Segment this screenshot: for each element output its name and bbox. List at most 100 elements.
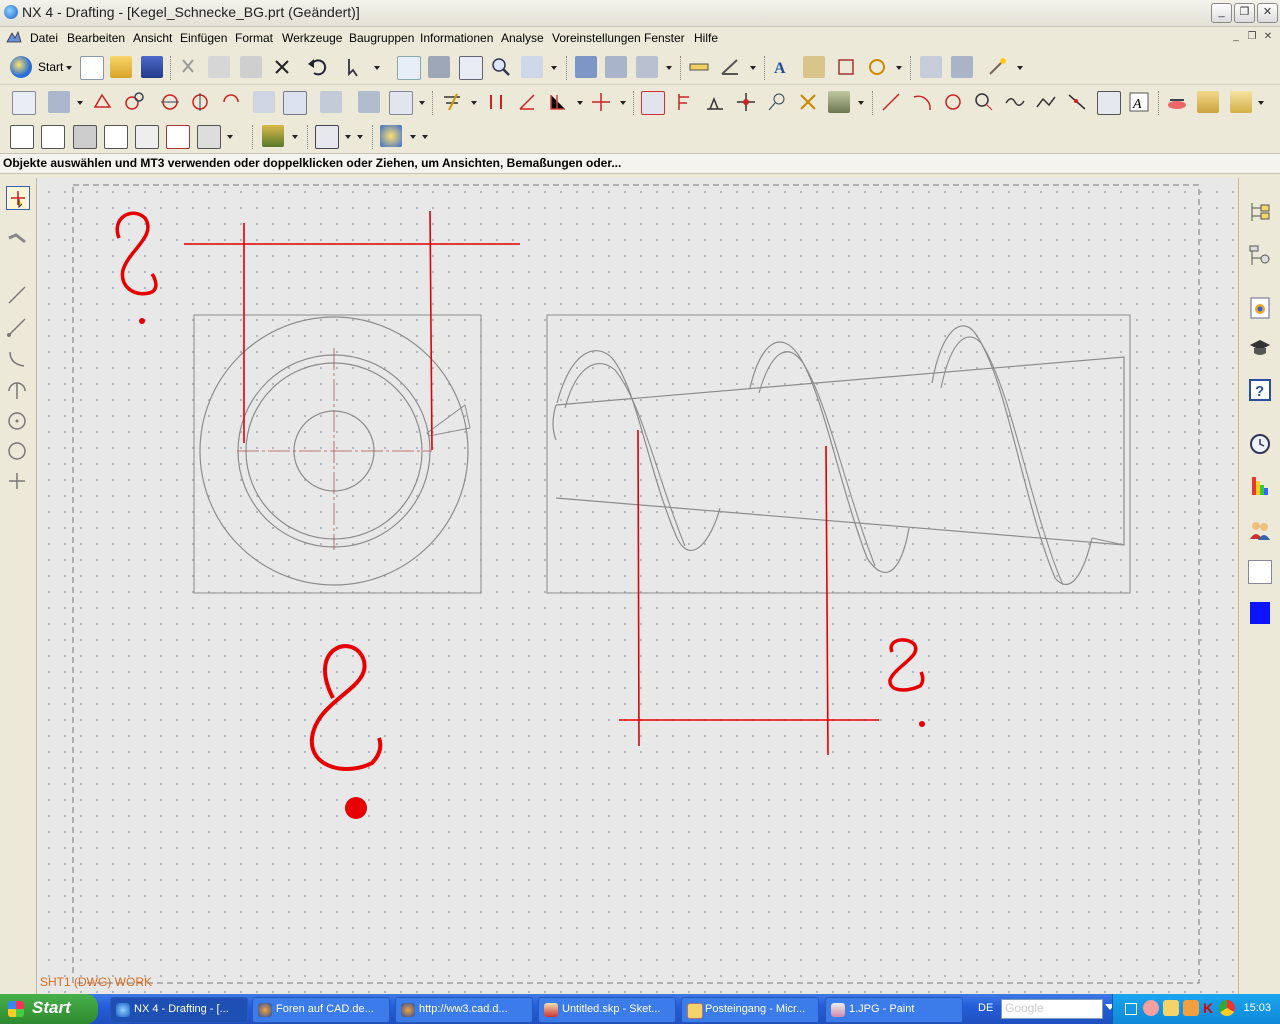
display-color-swatch[interactable] [1250, 602, 1270, 624]
menu-bearbeiten[interactable]: Bearbeiten [67, 31, 125, 45]
mdi-restore-icon[interactable]: ❐ [1245, 30, 1259, 44]
symbol-icon[interactable] [803, 56, 825, 78]
section-view-icon[interactable] [159, 91, 181, 113]
system-materials-icon[interactable] [1248, 560, 1272, 584]
ordinate-dropdown-icon[interactable] [577, 101, 583, 105]
wizard-icon[interactable] [986, 56, 1008, 78]
clock-icon[interactable] [1248, 432, 1272, 456]
target-point-icon[interactable] [797, 91, 819, 113]
half-section-icon[interactable] [189, 91, 211, 113]
projected-view-icon[interactable] [92, 91, 114, 113]
menu-informationen[interactable]: Informationen [420, 31, 493, 45]
angular-dimension-icon[interactable] [516, 91, 538, 113]
zones-icon[interactable] [73, 125, 97, 149]
fillet-icon[interactable] [973, 91, 995, 113]
plot-more-icon[interactable] [357, 135, 363, 139]
measure-dropdown-icon[interactable] [750, 66, 756, 70]
task-sketchup[interactable]: Untitled.skp - Sket... [538, 997, 676, 1023]
menu-ansicht[interactable]: Ansicht [133, 31, 172, 45]
part-navigator-icon[interactable] [1248, 200, 1272, 224]
base-view-icon[interactable] [48, 91, 70, 113]
spline-icon[interactable] [1004, 91, 1026, 113]
start-button[interactable]: Start [0, 994, 98, 1024]
ordinate-dimension-icon[interactable] [547, 91, 569, 113]
title-block-icon[interactable] [104, 125, 128, 149]
document-menu-icon[interactable] [6, 30, 22, 44]
paste-icon[interactable] [240, 56, 262, 78]
views-dropdown-icon[interactable] [419, 101, 425, 105]
task-paint[interactable]: 1.JPG - Paint [825, 997, 963, 1023]
side-view[interactable] [546, 314, 1131, 594]
visibility-dropdown-icon[interactable] [666, 66, 672, 70]
text-annotation-icon[interactable]: A [772, 56, 794, 78]
task-nx-drafting[interactable]: NX 4 - Drafting - [... [110, 997, 248, 1023]
plot-icon[interactable] [315, 125, 339, 149]
circle-icon[interactable] [942, 91, 964, 113]
update-views-icon[interactable] [389, 91, 413, 115]
image-icon[interactable] [828, 91, 850, 113]
draw-line-icon[interactable] [6, 284, 28, 306]
task-firefox-cad-url[interactable]: http://ww3.cad.d... [395, 997, 533, 1023]
menu-baugruppen[interactable]: Baugruppen [349, 31, 414, 45]
task-firefox-cad-forum[interactable]: Foren auf CAD.de... [252, 997, 390, 1023]
start-dropdown-icon[interactable] [66, 66, 72, 70]
roles-icon[interactable] [1248, 518, 1272, 542]
format-dropdown-icon[interactable] [227, 135, 233, 139]
point-icon[interactable] [1035, 91, 1057, 113]
arc-icon[interactable] [911, 91, 933, 113]
draw-point-icon[interactable] [6, 470, 28, 492]
blank-icon[interactable] [636, 56, 658, 78]
trim-icon[interactable] [1066, 91, 1088, 113]
tray-window-icon[interactable] [1125, 1003, 1137, 1015]
id-symbol-icon[interactable] [766, 91, 788, 113]
start-app-icon[interactable] [10, 56, 32, 78]
new-sheet-icon[interactable] [12, 91, 36, 115]
draw-circle-icon[interactable] [6, 440, 28, 462]
drawing-sheet-canvas[interactable]: SHT1 (DWG) WORK [37, 178, 1235, 993]
mdi-close-icon[interactable]: ✕ [1261, 30, 1275, 44]
start-menu-label[interactable]: Start [38, 60, 63, 74]
tray-back-icon[interactable] [1143, 1000, 1159, 1016]
history-palette-icon[interactable] [1248, 296, 1272, 320]
new-file-icon[interactable] [80, 56, 104, 80]
task-outlook[interactable]: Posteingang - Micr... [681, 997, 819, 1023]
web-dropdown-icon[interactable] [410, 135, 416, 139]
break-out-section-icon[interactable] [283, 91, 307, 115]
revolved-section-icon[interactable] [220, 91, 242, 113]
feature-control-icon[interactable] [641, 91, 665, 115]
layer-settings-icon[interactable] [575, 56, 597, 78]
tray-k-icon[interactable]: K [1203, 1000, 1217, 1016]
measure-angle-icon[interactable] [719, 56, 741, 78]
restore-button[interactable]: ❐ [1234, 3, 1255, 23]
select-cursor-icon[interactable] [6, 186, 30, 210]
sketch-text-icon[interactable]: A [1128, 91, 1150, 113]
language-indicator[interactable]: DE [978, 1002, 993, 1014]
close-button[interactable]: ✕ [1257, 3, 1278, 23]
tray-outlook-icon[interactable] [1163, 1000, 1179, 1016]
undo-icon[interactable] [306, 56, 328, 78]
dimension-icon[interactable] [441, 91, 463, 113]
assembly-navigator-icon[interactable] [1248, 244, 1272, 268]
custom-symbol-icon[interactable] [866, 56, 888, 78]
menu-fenster[interactable]: Fenster [644, 31, 685, 45]
end-view[interactable] [193, 314, 482, 594]
delete-icon[interactable] [271, 56, 293, 78]
weld-symbol-icon[interactable] [735, 91, 757, 113]
color-palette-icon[interactable] [1248, 474, 1272, 498]
horizontal-dimension-icon[interactable] [485, 91, 507, 113]
detail-view-icon[interactable] [123, 91, 145, 113]
draw-circle-center-icon[interactable] [6, 410, 28, 432]
menu-datei[interactable]: Datei [30, 31, 58, 45]
copy-icon[interactable] [208, 56, 230, 78]
training-icon[interactable] [1248, 336, 1272, 360]
menu-einfuegen[interactable]: Einfügen [180, 31, 227, 45]
menu-hilfe[interactable]: Hilfe [694, 31, 718, 45]
fit-view-icon[interactable] [397, 56, 421, 80]
borders-icon[interactable] [41, 125, 65, 149]
quick-extend-icon[interactable] [1097, 91, 1121, 115]
template-icon[interactable] [262, 125, 284, 147]
help-icon[interactable]: ? [1248, 378, 1272, 402]
measure-distance-icon[interactable] [688, 56, 710, 78]
view-boundary-icon[interactable] [358, 91, 380, 113]
parts-list-icon[interactable] [920, 56, 942, 78]
